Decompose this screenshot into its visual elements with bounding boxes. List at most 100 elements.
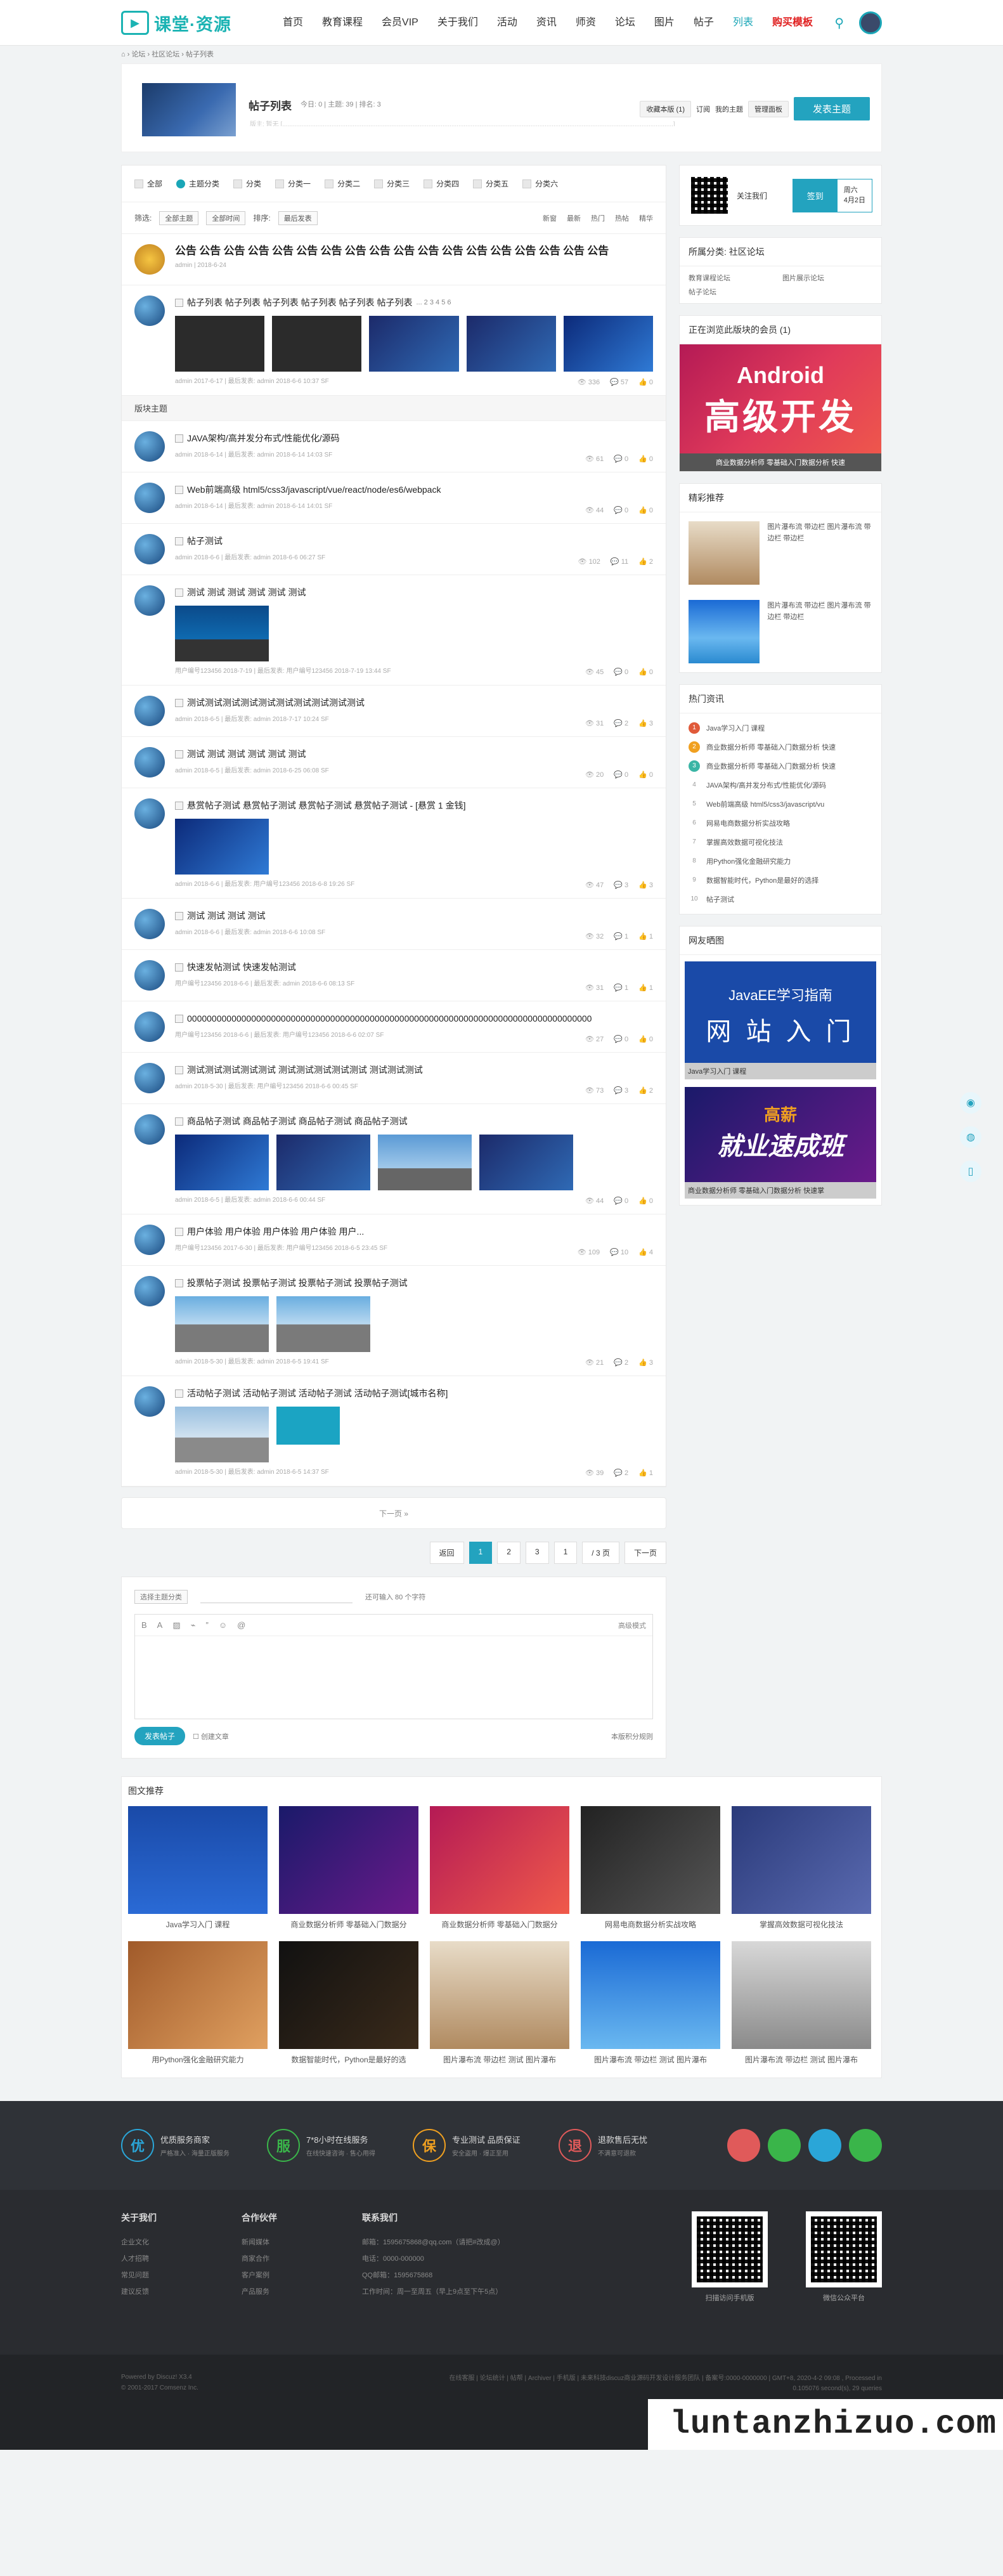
- wechat-icon[interactable]: [768, 2129, 801, 2162]
- footer-link[interactable]: 建议反馈: [121, 2284, 242, 2300]
- topic-image[interactable]: [276, 1407, 340, 1445]
- topic-row[interactable]: 用户体验 用户体验 用户体验 用户体验 用户... 用户编号123456 2017…: [122, 1214, 666, 1266]
- post-body-textarea[interactable]: [135, 1636, 652, 1719]
- featured-item[interactable]: 图片瀑布流 带边栏 图片瀑布流 带边栏 带边栏: [689, 600, 872, 663]
- editor-tool-button[interactable]: ⌁: [191, 1620, 196, 1630]
- nav-item[interactable]: 会员VIP: [372, 0, 428, 46]
- android-ad[interactable]: Android 高级开发 商业数据分析师 零基础入门数据分析 快速: [680, 344, 881, 471]
- gallery-item[interactable]: 高薪 就业速成班 商业数据分析师 零基础入门数据分析 快速掌: [685, 1087, 876, 1199]
- topic-row[interactable]: 测试 测试 测试 测试 admin 2018-6-6 | 最后发表: admin …: [122, 899, 666, 950]
- topic-title[interactable]: 帖子列表 帖子列表 帖子列表 帖子列表 帖子列表 帖子列表: [187, 296, 412, 309]
- topic-row[interactable]: 帖子测试 admin 2018-6-6 | 最后发表: admin 2018-6-…: [122, 524, 666, 575]
- site-logo[interactable]: ▶ 课堂·资源: [121, 11, 248, 36]
- hot-item[interactable]: 3 商业数据分析师 零基础入门数据分析 快速: [689, 757, 872, 776]
- topic-title[interactable]: 帖子测试: [187, 534, 223, 548]
- category-tab[interactable]: 全部: [134, 178, 162, 189]
- checkbox-icon[interactable]: [175, 298, 183, 307]
- topic-image[interactable]: [175, 1296, 269, 1352]
- signin-button[interactable]: 签到 周六 4月2日: [792, 178, 872, 212]
- footer-link[interactable]: 电话：0000-000000: [362, 2251, 590, 2267]
- footer-link[interactable]: 常见问题: [121, 2267, 242, 2284]
- checkbox-icon[interactable]: [175, 1117, 183, 1126]
- category-tab[interactable]: 分类一: [275, 178, 311, 189]
- checkbox-icon[interactable]: [175, 750, 183, 758]
- page-button[interactable]: 3: [525, 1542, 549, 1564]
- nav-item[interactable]: 列表: [723, 0, 763, 46]
- topic-row[interactable]: JAVA架构/高并发分布式/性能优化/源码 admin 2018-6-14 | 最…: [122, 421, 666, 472]
- topic-title[interactable]: 测试 测试 测试 测试: [187, 909, 266, 923]
- category-select[interactable]: 选择主题分类: [134, 1590, 188, 1604]
- editor-tool-button[interactable]: @: [237, 1620, 245, 1630]
- filter-topic-select[interactable]: 全部主题: [159, 211, 199, 225]
- topic-row[interactable]: 测试测试测试测试测试 测试测试测试测试测试 测试测试测试 admin 2018-5…: [122, 1053, 666, 1104]
- hot-item[interactable]: 10 帖子测试: [689, 890, 872, 909]
- topic-row[interactable]: 测试 测试 测试 测试 测试 测试 用户编号123456 2018-7-19 | …: [122, 575, 666, 686]
- topic-image[interactable]: [175, 316, 265, 372]
- nav-item[interactable]: 购买模板: [763, 0, 822, 46]
- qq-icon[interactable]: ◉: [960, 1092, 981, 1114]
- sort-link[interactable]: 热帖: [615, 213, 629, 223]
- rules-link[interactable]: 本版积分规则: [611, 1731, 653, 1741]
- gallery-card[interactable]: 商业数据分析师 零基础入门数据分: [430, 1806, 569, 1930]
- gallery-card[interactable]: 商业数据分析师 零基础入门数据分: [279, 1806, 418, 1930]
- category-tab[interactable]: 分类六: [522, 178, 558, 189]
- category-tab[interactable]: 主题分类: [176, 178, 219, 189]
- footer-link[interactable]: 商家合作: [242, 2251, 362, 2267]
- nav-item[interactable]: 关于我们: [428, 0, 488, 46]
- category-tab[interactable]: 分类五: [473, 178, 508, 189]
- topic-title[interactable]: 活动帖子测试 活动帖子测试 活动帖子测试 活动帖子测试[城市名称]: [187, 1386, 448, 1400]
- sort-link[interactable]: 新窗: [543, 213, 557, 223]
- announcement-row[interactable]: 公告 公告 公告 公告 公告 公告 公告 公告 公告 公告 公告 公告 公告 公…: [122, 234, 666, 285]
- hot-item[interactable]: 8 用Python强化金融研究能力: [689, 852, 872, 871]
- topic-row[interactable]: 活动帖子测试 活动帖子测试 活动帖子测试 活动帖子测试[城市名称] admin 2…: [122, 1376, 666, 1486]
- gallery-card[interactable]: Java学习入门 课程: [128, 1806, 268, 1930]
- hot-item[interactable]: 5 Web前端高级 html5/css3/javascript/vu: [689, 795, 872, 814]
- topic-row[interactable]: 商品帖子测试 商品帖子测试 商品帖子测试 商品帖子测试 admin 2018-6-…: [122, 1104, 666, 1214]
- footer-link[interactable]: 企业文化: [121, 2234, 242, 2251]
- topic-title[interactable]: 测试测试测试测试测试 测试测试测试测试测试 测试测试测试: [187, 1063, 423, 1077]
- my-topics-link[interactable]: 我的主题: [715, 104, 743, 114]
- category-tab[interactable]: 分类: [233, 178, 261, 189]
- pinned-row[interactable]: 帖子列表 帖子列表 帖子列表 帖子列表 帖子列表 帖子列表 ... 2 3 4 …: [122, 285, 666, 396]
- category-link[interactable]: 图片展示论坛: [782, 273, 872, 283]
- page-button[interactable]: 返回: [429, 1542, 464, 1564]
- footer-link[interactable]: 客户案例: [242, 2267, 362, 2284]
- topic-image[interactable]: [175, 1407, 269, 1462]
- category-tab[interactable]: 分类三: [374, 178, 410, 189]
- advanced-mode-link[interactable]: 高级模式: [618, 1620, 646, 1630]
- checkbox-icon[interactable]: [175, 537, 183, 545]
- topic-title[interactable]: 测试 测试 测试 测试 测试 测试: [187, 747, 306, 761]
- gallery-card[interactable]: 网易电商数据分析实战攻略: [581, 1806, 720, 1930]
- topic-image[interactable]: [175, 819, 269, 875]
- featured-item[interactable]: 图片瀑布流 带边栏 图片瀑布流 带边栏 带边栏: [689, 521, 872, 585]
- page-button[interactable]: 2: [497, 1542, 521, 1564]
- topic-image[interactable]: [175, 1135, 269, 1190]
- create-article-checkbox[interactable]: ☐ 创建文章: [193, 1731, 229, 1741]
- topic-row[interactable]: 0000000000000000000000000000000000000000…: [122, 1001, 666, 1053]
- breadcrumb-forum[interactable]: 论坛: [131, 51, 145, 58]
- nav-item[interactable]: 论坛: [605, 0, 645, 46]
- footer-link[interactable]: 邮箱：1595675868@qq.com（请把#改成@）: [362, 2234, 590, 2251]
- topic-title[interactable]: 商品帖子测试 商品帖子测试 商品帖子测试 商品帖子测试: [187, 1114, 408, 1128]
- topic-row[interactable]: 快速发帖测试 快速发帖测试 用户编号123456 2018-6-6 | 最后发表:…: [122, 950, 666, 1001]
- nav-item[interactable]: 教育课程: [313, 0, 372, 46]
- sort-select[interactable]: 最后发表: [278, 211, 318, 225]
- hot-item[interactable]: 2 商业数据分析师 零基础入门数据分析 快速: [689, 738, 872, 757]
- checkbox-icon[interactable]: [175, 1389, 183, 1398]
- gallery-card[interactable]: 图片瀑布流 带边栏 测试 图片瀑布: [430, 1941, 569, 2065]
- hot-item[interactable]: 4 JAVA架构/高并发分布式/性能优化/源码: [689, 776, 872, 795]
- checkbox-icon[interactable]: [175, 911, 183, 920]
- editor-tool-button[interactable]: B: [141, 1620, 147, 1630]
- gallery-card[interactable]: 数据智能时代，Python是最好的选: [279, 1941, 418, 2065]
- checkbox-icon[interactable]: [175, 1014, 183, 1023]
- topic-title[interactable]: 投票帖子测试 投票帖子测试 投票帖子测试 投票帖子测试: [187, 1276, 408, 1290]
- nav-item[interactable]: 师资: [566, 0, 605, 46]
- topic-image[interactable]: [276, 1296, 370, 1352]
- topic-row[interactable]: Web前端高级 html5/css3/javascript/vue/react/…: [122, 472, 666, 524]
- topic-image[interactable]: [479, 1135, 573, 1190]
- checkbox-icon[interactable]: [175, 434, 183, 443]
- topic-title[interactable]: 快速发帖测试 快速发帖测试: [187, 960, 296, 974]
- topic-image[interactable]: [276, 1135, 370, 1190]
- checkbox-icon[interactable]: [175, 698, 183, 707]
- editor-tool-button[interactable]: ”: [205, 1620, 208, 1630]
